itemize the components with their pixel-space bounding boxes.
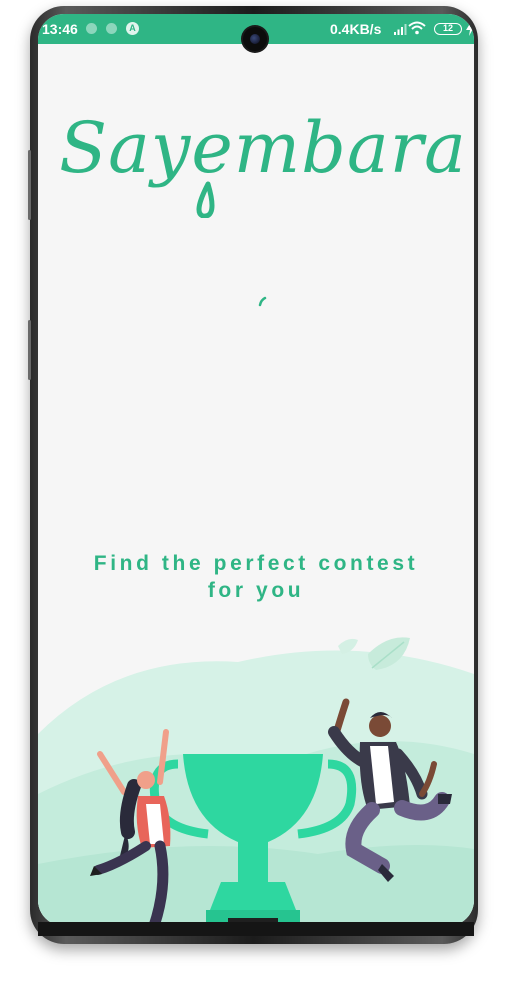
status-bar: 13:46 A 0.4KB/s 12 <box>38 14 474 51</box>
tagline-line2: for you <box>207 579 305 602</box>
notification-dot-icon <box>106 23 117 34</box>
notification-dot-icon <box>86 23 97 34</box>
network-speed: 0.4KB/s <box>330 21 382 37</box>
volume-button <box>28 150 31 220</box>
spinner-icon <box>258 296 267 307</box>
tagline: Find the perfect contest for you <box>38 550 474 604</box>
app-screen: 13:46 A 0.4KB/s 12 Sayembara Find the pe… <box>38 14 474 926</box>
trophy-celebration-illustration <box>38 637 474 926</box>
bottom-bezel <box>38 922 474 936</box>
charging-icon <box>466 22 474 36</box>
signal-icon <box>394 24 407 35</box>
app-logo: Sayembara <box>59 107 467 218</box>
wifi-icon <box>408 21 426 35</box>
camera-lens <box>250 34 260 44</box>
tagline-line1: Find the perfect contest <box>93 552 419 575</box>
app-logo-text: Sayembara <box>59 107 467 189</box>
status-time: 13:46 <box>42 21 78 37</box>
battery-icon: 12 <box>434 23 462 35</box>
power-button <box>28 320 31 380</box>
front-camera <box>243 27 267 51</box>
device-mockup: 13:46 A 0.4KB/s 12 Sayembara Find the pe… <box>0 0 512 981</box>
app-a-icon: A <box>126 22 139 35</box>
